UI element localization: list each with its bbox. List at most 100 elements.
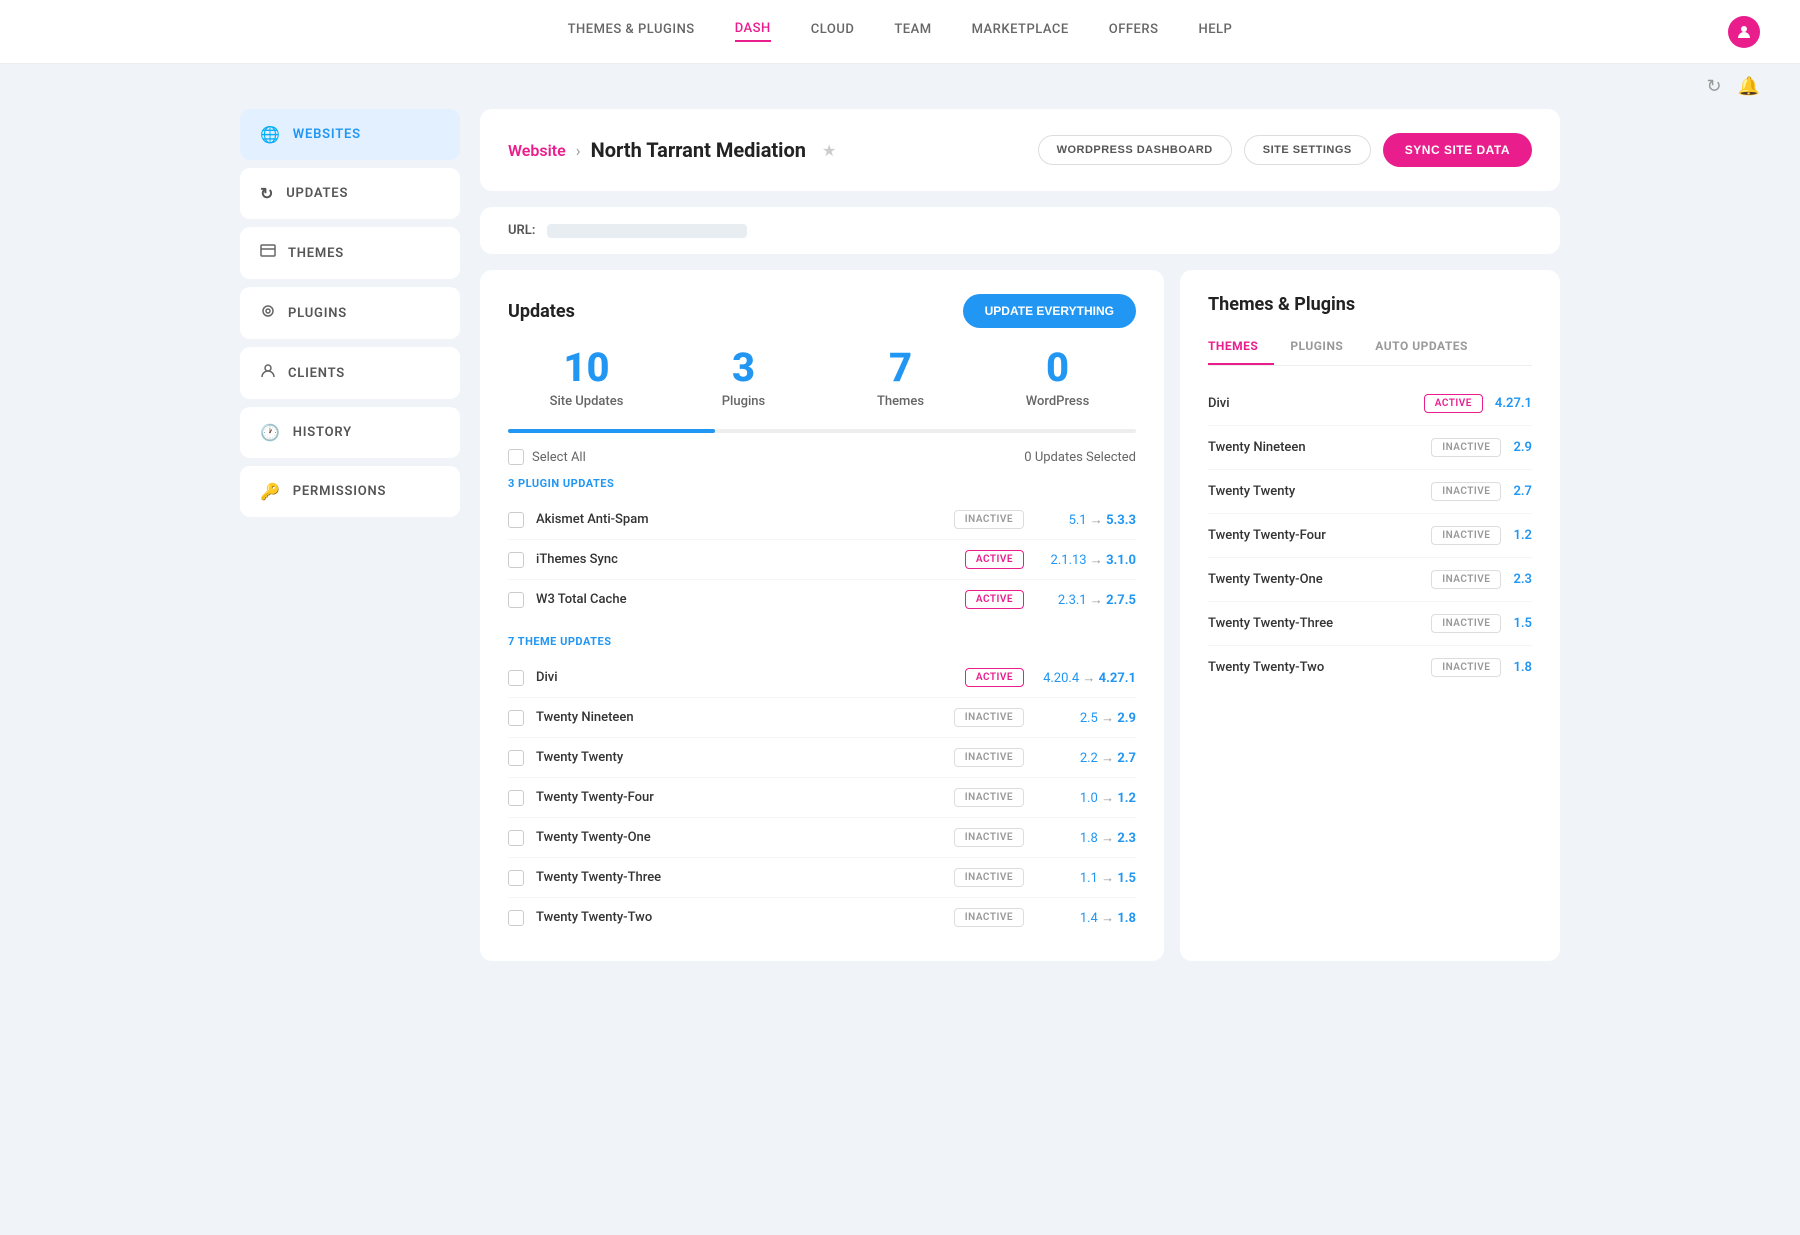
refresh-icon[interactable]: ↻ [1706,76,1721,97]
status-badge: INACTIVE [954,868,1024,887]
stat-wordpress-number: 0 [979,348,1136,388]
theme-section-label: 7 THEME UPDATES [508,635,1136,648]
nav-themes-plugins[interactable]: THEMES & PLUGINS [568,22,695,41]
theme-panel-version: 2.7 [1513,484,1532,499]
status-badge: ACTIVE [965,590,1024,609]
header-card: Website › North Tarrant Mediation ★ WORD… [480,109,1560,191]
theme-panel-name: Twenty Twenty-Two [1208,660,1431,675]
theme-panel-row: Twenty Twenty-Four INACTIVE 1.2 [1208,514,1532,558]
nav-marketplace[interactable]: MARKETPLACE [972,22,1069,41]
status-badge: INACTIVE [1431,570,1501,589]
theme-name: Twenty Twenty [536,750,942,765]
version-info: 1.1 → 1.5 [1036,870,1136,886]
sync-site-data-button[interactable]: SYNC SITE DATA [1383,133,1532,167]
theme-checkbox[interactable] [508,670,524,686]
theme-checkbox[interactable] [508,870,524,886]
updates-icon: ↻ [260,184,274,203]
version-info: 5.1 → 5.3.3 [1036,512,1136,528]
header-actions: WORDPRESS DASHBOARD SITE SETTINGS SYNC S… [1038,133,1532,167]
sidebar-item-themes[interactable]: THEMES [240,227,460,279]
wordpress-dashboard-button[interactable]: WORDPRESS DASHBOARD [1038,135,1232,165]
sidebar-item-updates[interactable]: ↻ UPDATES [240,168,460,219]
url-row: URL: [480,207,1560,254]
themes-plugins-list: Divi ACTIVE 4.27.1 Twenty Nineteen INACT… [1208,382,1532,689]
theme-update-row: Twenty Nineteen INACTIVE 2.5 → 2.9 [508,698,1136,738]
sidebar: 🌐 WEBSITES ↻ UPDATES THEMES PLUGINS CLIE… [240,109,460,961]
tab-themes[interactable]: THEMES [1208,331,1274,365]
theme-panel-name: Twenty Nineteen [1208,440,1431,455]
toolbar-row: ↻ 🔔 [0,64,1800,109]
card-tabs: THEMES PLUGINS AUTO UPDATES [1208,331,1532,366]
status-badge: INACTIVE [954,708,1024,727]
plugin-update-row: Akismet Anti-Spam INACTIVE 5.1 → 5.3.3 [508,500,1136,540]
nav-dash[interactable]: DASH [735,21,771,42]
stat-wordpress: 0 WordPress [979,348,1136,409]
plugin-checkbox[interactable] [508,592,524,608]
nav-team[interactable]: TEAM [894,22,931,41]
select-all-left: Select All [508,449,586,465]
updates-selected-count: 0 Updates Selected [1024,450,1136,465]
progress-bar [508,429,1136,433]
breadcrumb-website-link[interactable]: Website [508,141,566,160]
globe-icon: 🌐 [260,125,281,144]
sidebar-item-permissions[interactable]: 🔑 PERMISSIONS [240,466,460,517]
nav-cloud[interactable]: CLOUD [811,22,855,41]
history-icon: 🕐 [260,423,281,442]
status-badge: ACTIVE [965,550,1024,569]
status-badge: INACTIVE [1431,526,1501,545]
bell-icon[interactable]: 🔔 [1738,76,1760,97]
plugin-checkbox[interactable] [508,512,524,528]
stat-themes-label: Themes [822,394,979,409]
site-settings-button[interactable]: SITE SETTINGS [1244,135,1371,165]
theme-checkbox[interactable] [508,750,524,766]
avatar[interactable] [1728,16,1760,48]
theme-checkbox[interactable] [508,910,524,926]
status-badge: ACTIVE [1424,394,1483,413]
theme-update-row: Twenty Twenty-Three INACTIVE 1.1 → 1.5 [508,858,1136,898]
theme-checkbox[interactable] [508,790,524,806]
version-info: 1.4 → 1.8 [1036,910,1136,926]
stat-plugins: 3 Plugins [665,348,822,409]
theme-panel-version: 1.2 [1513,528,1532,543]
nav-help[interactable]: HELP [1198,22,1232,41]
updates-card: Updates UPDATE EVERYTHING 10 Site Update… [480,270,1164,961]
theme-panel-name: Divi [1208,396,1424,411]
theme-panel-row: Twenty Twenty-Two INACTIVE 1.8 [1208,646,1532,689]
select-all-checkbox[interactable] [508,449,524,465]
progress-bar-fill [508,429,715,433]
updates-title: Updates [508,301,575,322]
breadcrumb-site-title: North Tarrant Mediation [591,138,806,162]
nav-offers[interactable]: OFFERS [1109,22,1159,41]
clients-icon [260,363,276,383]
theme-name: Twenty Twenty-One [536,830,942,845]
tab-auto-updates[interactable]: AUTO UPDATES [1359,331,1484,365]
sidebar-item-plugins[interactable]: PLUGINS [240,287,460,339]
theme-name: Twenty Twenty-Four [536,790,942,805]
stat-themes-number: 7 [822,348,979,388]
theme-panel-version: 2.9 [1513,440,1532,455]
permissions-icon: 🔑 [260,482,281,501]
theme-checkbox[interactable] [508,710,524,726]
plugin-checkbox[interactable] [508,552,524,568]
select-all-label[interactable]: Select All [532,450,586,465]
version-info: 2.5 → 2.9 [1036,710,1136,726]
star-icon[interactable]: ★ [822,141,836,160]
theme-panel-version: 2.3 [1513,572,1532,587]
sidebar-label-websites: WEBSITES [293,127,361,142]
sidebar-item-clients[interactable]: CLIENTS [240,347,460,399]
sidebar-label-permissions: PERMISSIONS [293,484,387,499]
theme-panel-row: Twenty Twenty INACTIVE 2.7 [1208,470,1532,514]
theme-name: Divi [536,670,953,685]
theme-update-row: Twenty Twenty-One INACTIVE 1.8 → 2.3 [508,818,1136,858]
theme-update-row: Twenty Twenty-Four INACTIVE 1.0 → 1.2 [508,778,1136,818]
stat-wordpress-label: WordPress [979,394,1136,409]
status-badge: INACTIVE [954,908,1024,927]
tab-plugins[interactable]: PLUGINS [1274,331,1359,365]
theme-update-row: Twenty Twenty-Two INACTIVE 1.4 → 1.8 [508,898,1136,937]
sidebar-label-themes: THEMES [288,246,344,261]
update-everything-button[interactable]: UPDATE EVERYTHING [963,294,1136,328]
theme-checkbox[interactable] [508,830,524,846]
status-badge: INACTIVE [954,828,1024,847]
sidebar-item-history[interactable]: 🕐 HISTORY [240,407,460,458]
sidebar-item-websites[interactable]: 🌐 WEBSITES [240,109,460,160]
